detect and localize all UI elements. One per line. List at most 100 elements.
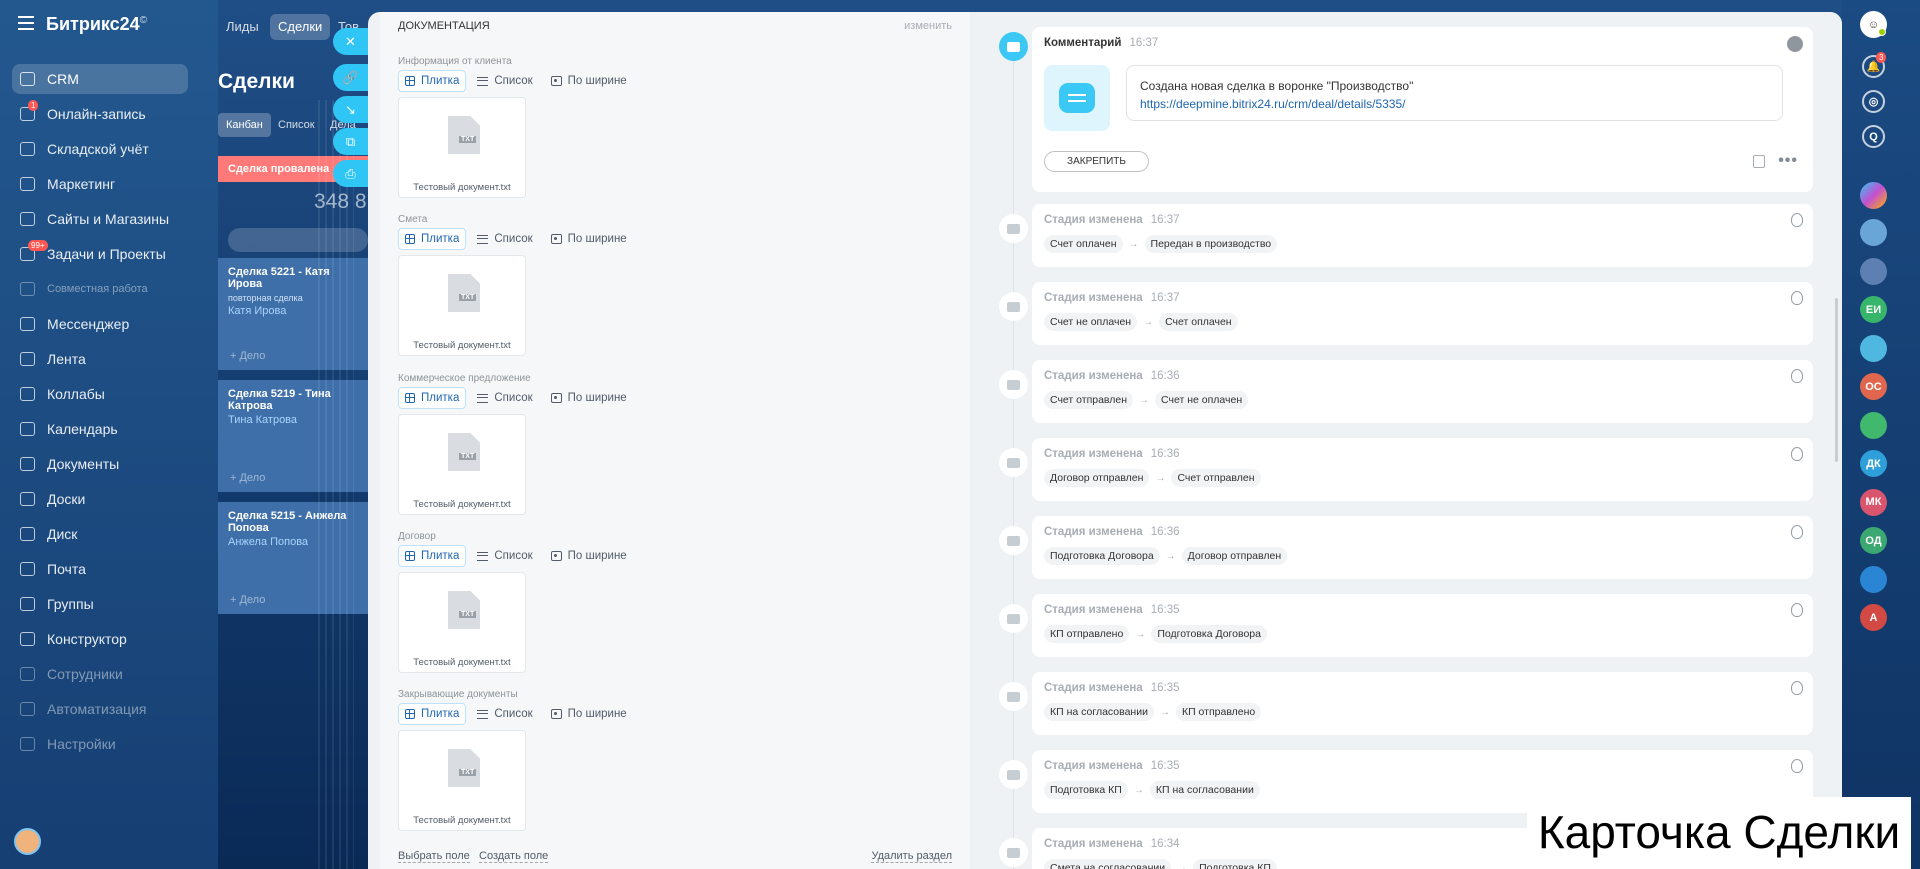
chat-avatar[interactable] (1860, 411, 1887, 439)
search-chat-icon[interactable]: Q (1862, 125, 1885, 148)
sidebar-item[interactable]: Онлайн-запись 1 (12, 99, 188, 129)
timeline-scrollbar[interactable] (1835, 298, 1838, 462)
chat-avatar[interactable] (1860, 257, 1887, 285)
mode-tile-button[interactable]: Плитка (398, 703, 467, 725)
mode-list-button[interactable]: Список (470, 703, 539, 725)
sidebar-item[interactable]: Автоматизация (12, 694, 188, 724)
sidebar-item[interactable]: Сайты и Магазины (12, 204, 188, 234)
file-tile[interactable]: TXT Тестовый документ.txt (398, 97, 526, 198)
author-icon[interactable] (1787, 36, 1803, 52)
sidebar-item[interactable]: Доски (12, 484, 188, 514)
sidebar-item[interactable]: Почта (12, 554, 188, 584)
mode-tile-button[interactable]: Плитка (398, 387, 467, 409)
mode-list-button[interactable]: Список (470, 387, 539, 409)
mode-list-button[interactable]: Список (470, 70, 539, 92)
stage-to: Подготовка Договора (1151, 625, 1267, 643)
chat-avatar[interactable]: МК (1860, 488, 1887, 516)
sidebar-item[interactable]: CRM (12, 64, 188, 94)
deal-card-add-activity[interactable]: + Дело (230, 350, 265, 362)
user-avatar[interactable] (14, 828, 41, 855)
sidebar-item[interactable]: Мессенджер (12, 309, 188, 339)
robot-icon[interactable] (1791, 681, 1803, 695)
sidebar-item[interactable]: Настройки (12, 729, 188, 759)
comment-header: Комментарий 16:37 (1044, 37, 1158, 49)
chat-avatar[interactable]: ОС (1860, 373, 1887, 400)
edit-link[interactable]: изменить (904, 20, 952, 32)
file-name[interactable]: Тестовый документ.txt (399, 182, 525, 193)
copilot-icon[interactable]: ◎ (1862, 90, 1885, 113)
deal-card-add-activity[interactable]: + Дело (230, 594, 265, 606)
mode-width-button[interactable]: По ширине (544, 703, 634, 725)
chat-avatar[interactable] (1860, 219, 1887, 246)
mode-width-button[interactable]: По ширине (544, 545, 634, 567)
sidebar-item[interactable]: Задачи и Проекты 99+ (12, 239, 188, 269)
comment-card: Комментарий 16:37 Создана новая сделка в… (1032, 27, 1813, 192)
choose-field-link[interactable]: Выбрать поле (398, 850, 470, 863)
close-slider-button[interactable]: ✕ (333, 28, 368, 55)
robot-icon[interactable] (1791, 213, 1803, 227)
deal-link[interactable]: https://deepmine.bitrix24.ru/crm/deal/de… (1140, 95, 1769, 113)
file-tile[interactable]: TXT Тестовый документ.txt (398, 730, 526, 831)
file-tile[interactable]: TXT Тестовый документ.txt (398, 572, 526, 673)
robot-icon[interactable] (1791, 369, 1803, 383)
chat-avatar[interactable]: А (1860, 604, 1887, 631)
sidebar-item[interactable]: Лента (12, 344, 188, 374)
mode-tile-button[interactable]: Плитка (398, 70, 467, 92)
chat-avatar[interactable] (1860, 334, 1887, 362)
mode-list-button[interactable]: Список (470, 228, 539, 250)
mode-width-button[interactable]: По ширине (544, 387, 634, 409)
file-name[interactable]: Тестовый документ.txt (399, 657, 525, 668)
robot-icon[interactable] (1791, 291, 1803, 305)
robot-icon[interactable] (1791, 759, 1803, 773)
sidebar-item[interactable]: Маркетинг (12, 169, 188, 199)
stage-transition: Счет оплачен → Передан в производство (1044, 235, 1278, 253)
sidebar-item[interactable]: Календарь (12, 414, 188, 444)
create-field-link[interactable]: Создать поле (479, 850, 549, 863)
sidebar-item[interactable]: Группы (12, 589, 188, 619)
txt-file-icon: TXT (448, 116, 480, 154)
ai-assistant-icon[interactable] (1860, 182, 1887, 209)
sidebar-item[interactable]: Конструктор (12, 624, 188, 654)
menu-icon[interactable] (18, 16, 34, 30)
robot-icon[interactable] (1791, 525, 1803, 539)
arrow-right-icon: → (1139, 394, 1150, 406)
logo[interactable]: Битрикс24© (46, 14, 147, 35)
copy-link-icon[interactable]: 🔗 (333, 64, 368, 91)
minimize-icon[interactable]: ↘ (333, 96, 368, 123)
sidebar-item[interactable]: Документы (12, 449, 188, 479)
pin-button[interactable]: ЗАКРЕПИТЬ (1044, 151, 1149, 172)
file-tile[interactable]: TXT Тестовый документ.txt (398, 414, 526, 515)
mode-width-button[interactable]: По ширине (544, 70, 634, 92)
chat-avatar[interactable]: ДК (1860, 450, 1887, 477)
chat-avatar[interactable]: ОД (1860, 527, 1887, 554)
sidebar-item[interactable]: Сотрудники (12, 659, 188, 689)
sidebar-item-icon (20, 142, 35, 156)
tab-leads[interactable]: Лиды (218, 14, 267, 40)
sidebar-item[interactable]: Совместная работа (12, 274, 188, 304)
more-icon[interactable]: ••• (1778, 152, 1798, 170)
robot-icon[interactable] (1791, 447, 1803, 461)
mode-width-button[interactable]: По ширине (544, 228, 634, 250)
file-name[interactable]: Тестовый документ.txt (399, 340, 525, 351)
deal-card-add-activity[interactable]: + Дело (230, 472, 265, 484)
mode-tile-button[interactable]: Плитка (398, 228, 467, 250)
mode-tile-button[interactable]: Плитка (398, 545, 467, 567)
file-tile[interactable]: TXT Тестовый документ.txt (398, 255, 526, 356)
robot-icon[interactable] (1791, 603, 1803, 617)
open-new-window-icon[interactable]: ⧉ (333, 128, 368, 155)
file-name[interactable]: Тестовый документ.txt (399, 499, 525, 510)
chat-avatar[interactable] (1860, 565, 1887, 593)
mode-list-button[interactable]: Список (470, 545, 539, 567)
note-icon[interactable] (1753, 155, 1765, 168)
view-list[interactable]: Список (270, 113, 323, 137)
print-icon[interactable]: ⎙ (333, 160, 368, 187)
sidebar-item[interactable]: Коллабы (12, 379, 188, 409)
view-kanban[interactable]: Канбан (218, 113, 271, 137)
tab-deals[interactable]: Сделки (270, 14, 331, 40)
documentation-block: Документация изменить Информация от клие… (380, 12, 970, 869)
sidebar-item[interactable]: Складской учёт (12, 134, 188, 164)
sidebar-item[interactable]: Диск (12, 519, 188, 549)
chat-avatar[interactable]: ЕИ (1860, 296, 1887, 323)
file-name[interactable]: Тестовый документ.txt (399, 815, 525, 826)
delete-section-link[interactable]: Удалить раздел (871, 850, 952, 863)
